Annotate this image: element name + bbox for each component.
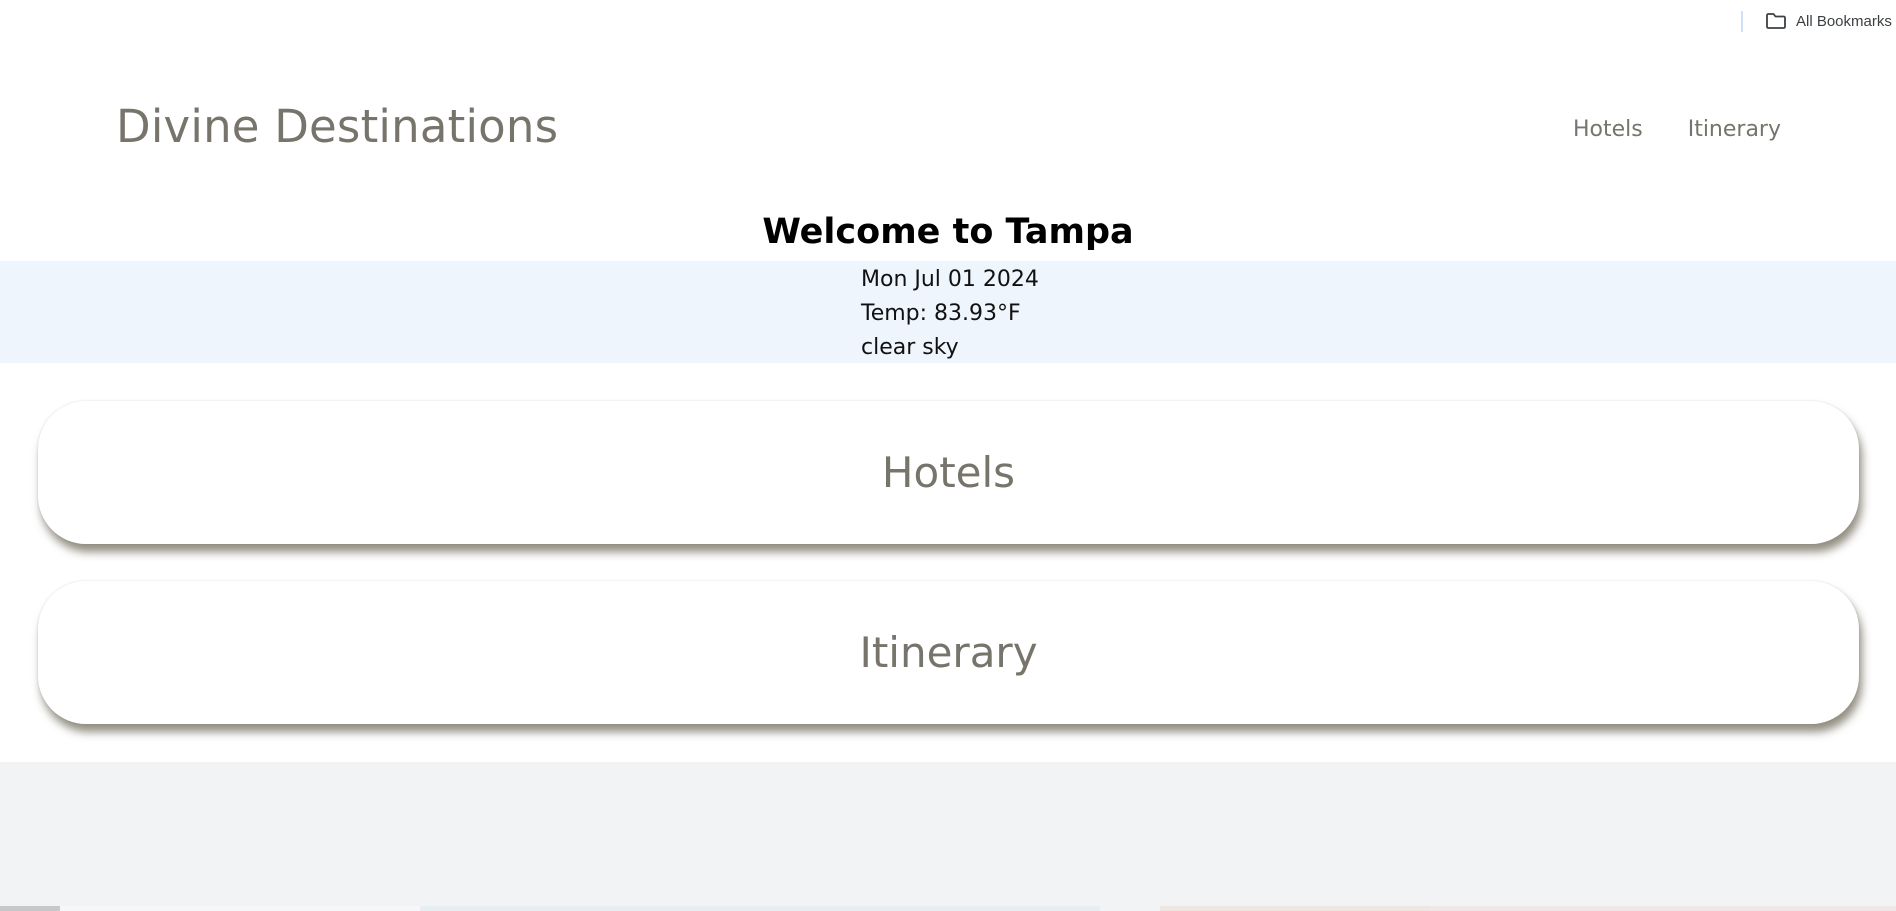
itinerary-card[interactable]: Itinerary <box>38 581 1859 724</box>
page: All Bookmarks Divine Destinations Hotels… <box>0 0 1896 911</box>
nav-link-itinerary[interactable]: Itinerary <box>1688 117 1781 142</box>
all-bookmarks-button[interactable]: All Bookmarks <box>1765 10 1892 32</box>
site-header: Divine Destinations Hotels Itinerary <box>0 42 1896 217</box>
weather-description: clear sky <box>861 335 959 360</box>
nav-link-hotels[interactable]: Hotels <box>1573 117 1643 142</box>
welcome-heading: Welcome to Tampa <box>762 212 1134 252</box>
main-nav: Hotels Itinerary <box>1573 117 1781 142</box>
weather-temperature: Temp: 83.93°F <box>861 301 1021 326</box>
weather-date: Mon Jul 01 2024 <box>861 267 1039 292</box>
hotels-card[interactable]: Hotels <box>38 401 1859 544</box>
weather-panel: Mon Jul 01 2024 Temp: 83.93°F clear sky <box>0 261 1896 363</box>
site-logo[interactable]: Divine Destinations <box>116 100 558 153</box>
bottom-strip <box>0 906 1896 911</box>
bookmarks-bar: All Bookmarks <box>0 0 1896 42</box>
bookmarks-separator <box>1741 11 1743 32</box>
hotels-card-label: Hotels <box>881 448 1016 497</box>
itinerary-card-label: Itinerary <box>859 628 1038 677</box>
page-footer-area <box>0 762 1896 911</box>
all-bookmarks-label: All Bookmarks <box>1796 12 1892 30</box>
folder-icon <box>1765 12 1787 30</box>
